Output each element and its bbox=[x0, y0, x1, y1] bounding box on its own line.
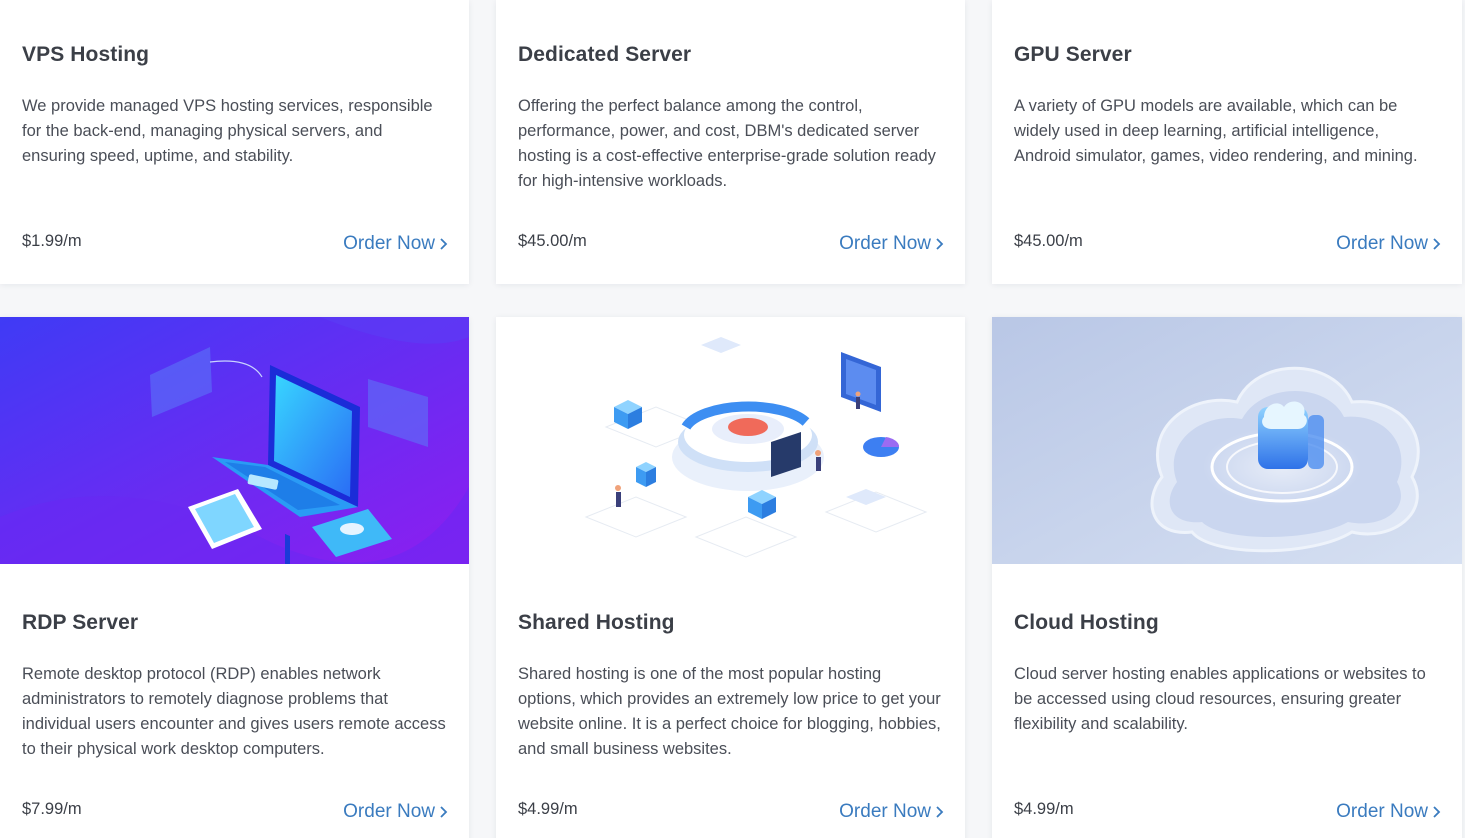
card-body: GPU Server A variety of GPU models are a… bbox=[1014, 43, 1442, 169]
card-body: Cloud Hosting Cloud server hosting enabl… bbox=[1014, 611, 1442, 737]
card-title: RDP Server bbox=[22, 611, 139, 634]
order-now-label: Order Now bbox=[839, 801, 931, 822]
card-price: $7.99/m bbox=[22, 800, 82, 818]
isometric-platform-illustration-svg bbox=[496, 317, 965, 564]
order-now-label: Order Now bbox=[343, 233, 435, 254]
order-now-label: Order Now bbox=[1336, 233, 1428, 254]
card-shared-hosting: Shared Hosting Shared hosting is one of … bbox=[496, 317, 965, 838]
card-description: Offering the perfect balance among the c… bbox=[518, 97, 936, 190]
laptop-illustration-svg bbox=[0, 317, 469, 564]
order-now-link[interactable]: Order Now bbox=[1336, 801, 1442, 823]
chevron-right-icon bbox=[440, 806, 448, 818]
card-gpu-server: GPU Server A variety of GPU models are a… bbox=[992, 0, 1462, 284]
cloud-illustration-svg bbox=[992, 317, 1462, 564]
card-rdp-server: RDP Server Remote desktop protocol (RDP)… bbox=[0, 317, 469, 838]
card-body: Shared Hosting Shared hosting is one of … bbox=[518, 611, 945, 762]
order-now-link[interactable]: Order Now bbox=[839, 801, 945, 823]
card-price: $45.00/m bbox=[1014, 232, 1083, 250]
chevron-right-icon bbox=[1433, 238, 1441, 250]
card-body: RDP Server Remote desktop protocol (RDP)… bbox=[22, 611, 449, 762]
order-now-link[interactable]: Order Now bbox=[343, 233, 449, 255]
chevron-right-icon bbox=[440, 238, 448, 250]
laptop-illustration bbox=[0, 317, 469, 564]
card-price: $4.99/m bbox=[1014, 800, 1074, 818]
order-now-label: Order Now bbox=[343, 801, 435, 822]
card-description: Shared hosting is one of the most popula… bbox=[518, 665, 941, 758]
card-title: GPU Server bbox=[1014, 43, 1132, 66]
card-title: Shared Hosting bbox=[518, 611, 675, 634]
card-body: Dedicated Server Offering the perfect ba… bbox=[518, 43, 945, 194]
card-body: VPS Hosting We provide managed VPS hosti… bbox=[22, 43, 449, 169]
card-title: Cloud Hosting bbox=[1014, 611, 1159, 634]
card-price: $1.99/m bbox=[22, 232, 82, 250]
card-title: VPS Hosting bbox=[22, 43, 150, 66]
card-description: Cloud server hosting enables application… bbox=[1014, 665, 1426, 733]
card-description: A variety of GPU models are available, w… bbox=[1014, 97, 1418, 165]
chevron-right-icon bbox=[936, 238, 944, 250]
isometric-platform-illustration bbox=[496, 317, 965, 564]
cloud-illustration bbox=[992, 317, 1462, 564]
order-now-label: Order Now bbox=[1336, 801, 1428, 822]
card-description: We provide managed VPS hosting services,… bbox=[22, 97, 433, 165]
card-cloud-hosting: Cloud Hosting Cloud server hosting enabl… bbox=[992, 317, 1462, 838]
chevron-right-icon bbox=[936, 806, 944, 818]
card-title: Dedicated Server bbox=[518, 43, 692, 66]
card-dedicated-server: Dedicated Server Offering the perfect ba… bbox=[496, 0, 965, 284]
order-now-label: Order Now bbox=[839, 233, 931, 254]
card-vps-hosting: VPS Hosting We provide managed VPS hosti… bbox=[0, 0, 469, 284]
chevron-right-icon bbox=[1433, 806, 1441, 818]
card-price: $45.00/m bbox=[518, 232, 587, 250]
order-now-link[interactable]: Order Now bbox=[1336, 233, 1442, 255]
card-description: Remote desktop protocol (RDP) enables ne… bbox=[22, 665, 446, 758]
order-now-link[interactable]: Order Now bbox=[343, 801, 449, 823]
hosting-plans-grid: VPS Hosting We provide managed VPS hosti… bbox=[0, 0, 1465, 838]
order-now-link[interactable]: Order Now bbox=[839, 233, 945, 255]
card-price: $4.99/m bbox=[518, 800, 578, 818]
